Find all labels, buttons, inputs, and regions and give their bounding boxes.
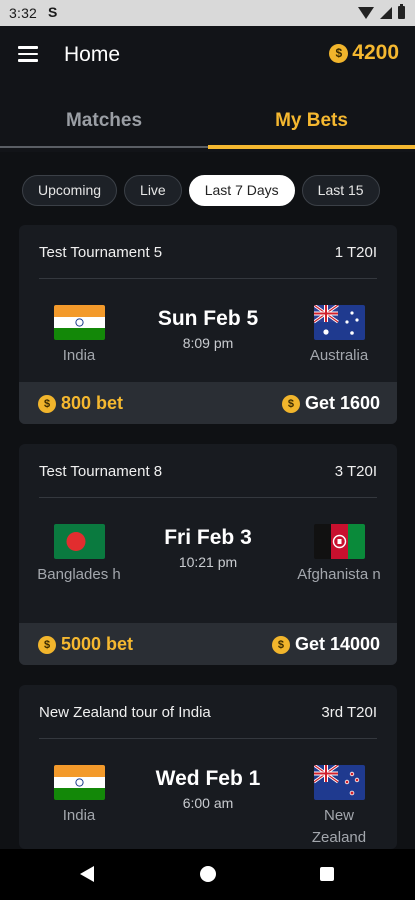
card-divider: [39, 497, 377, 498]
match-format: 1 T20I: [334, 244, 377, 261]
match-date: Sun Feb 5: [157, 307, 259, 330]
filter-upcoming[interactable]: Upcoming: [22, 175, 118, 206]
match-time: 6:00 am: [182, 795, 234, 811]
bet-card[interactable]: Test Tournament 8 3 T20I Banglades h Fri…: [19, 444, 397, 665]
back-icon[interactable]: [80, 866, 94, 882]
filter-live[interactable]: Live: [124, 175, 182, 206]
payout-amount: $ Get 14000: [271, 634, 380, 655]
filter-chips: Upcoming Live Last 7 Days Last 15: [22, 175, 398, 207]
battery-icon: [398, 4, 405, 19]
australia-flag-icon: [313, 305, 365, 340]
match-date: Fri Feb 3: [164, 526, 252, 549]
match-date: Wed Feb 1: [155, 767, 261, 790]
status-icons: [358, 4, 405, 19]
team-home: India: [29, 305, 129, 367]
system-nav-bar: [0, 849, 415, 900]
coin-icon: $: [38, 635, 56, 654]
bet-amount: $5000 bet: [38, 634, 133, 655]
status-bar: 3:32 S: [0, 0, 415, 26]
team-name: Banglades h: [37, 566, 121, 583]
card-header: Test Tournament 8 3 T20I: [19, 444, 397, 498]
filter-last-7-days[interactable]: Last 7 Days: [188, 175, 295, 206]
coin-balance[interactable]: $ 4200: [329, 41, 399, 65]
team-home: Banglades h: [29, 524, 129, 586]
team-away: Australia: [289, 305, 389, 367]
team-name: India: [62, 807, 96, 824]
coin-icon: $: [38, 394, 56, 413]
new-zealand-flag-icon: [313, 765, 365, 800]
match-format: 3 T20I: [334, 463, 377, 480]
team-name: India: [62, 347, 96, 364]
afghanistan-flag-icon: [313, 524, 365, 559]
card-divider: [39, 738, 377, 739]
bet-card[interactable]: New Zealand tour of India 3rd T20I India…: [19, 685, 397, 849]
app-bar: Home $ 4200: [0, 26, 415, 86]
tab-divider: [0, 146, 208, 148]
menu-icon[interactable]: [18, 46, 38, 62]
signal-icon: [380, 6, 392, 19]
wifi-icon: [358, 6, 374, 19]
card-footer: $5000 bet $ Get 14000: [19, 623, 397, 665]
match-format: 3rd T20I: [321, 704, 377, 721]
tab-my-bets[interactable]: My Bets: [208, 86, 415, 152]
payout-amount: $ Get 1600: [281, 393, 380, 414]
card-footer: $800 bet $ Get 1600: [19, 382, 397, 424]
team-name: Australia: [309, 347, 369, 364]
match-datetime: Fri Feb 3 10:21 pm: [129, 526, 287, 570]
india-flag-icon: [53, 305, 105, 340]
tab-bar: Matches My Bets: [0, 86, 415, 152]
notification-icon: S: [48, 4, 58, 20]
tournament-name: Test Tournament 5: [39, 244, 163, 261]
card-header: Test Tournament 5 1 T20I: [19, 225, 397, 279]
bet-card[interactable]: Test Tournament 5 1 T20I India Sun Feb 5…: [19, 225, 397, 424]
page-title: Home: [64, 43, 121, 66]
tournament-name: Test Tournament 8: [39, 463, 163, 480]
card-divider: [39, 278, 377, 279]
filter-last-15[interactable]: Last 15: [301, 175, 380, 206]
coin-icon: $: [281, 394, 300, 413]
match-time: 8:09 pm: [182, 335, 234, 351]
recent-apps-icon[interactable]: [320, 867, 334, 881]
coin-icon: $: [271, 635, 290, 654]
match-datetime: Wed Feb 1 6:00 am: [129, 767, 287, 811]
balance-amount: 4200: [352, 41, 399, 64]
team-away: Afghanista n: [289, 524, 389, 586]
bet-amount: $800 bet: [38, 393, 123, 414]
status-time: 3:32: [9, 5, 38, 21]
india-flag-icon: [53, 765, 105, 800]
coin-icon: $: [329, 43, 349, 63]
team-home: India: [29, 765, 129, 827]
card-header: New Zealand tour of India 3rd T20I: [19, 685, 397, 739]
team-name: Afghanista n: [297, 566, 381, 583]
tab-matches[interactable]: Matches: [0, 86, 208, 152]
match-time: 10:21 pm: [178, 554, 238, 570]
bangladesh-flag-icon: [53, 524, 105, 559]
team-away: New Zealand: [289, 765, 389, 849]
active-tab-indicator: [208, 145, 415, 149]
tournament-name: New Zealand tour of India: [39, 704, 211, 721]
match-datetime: Sun Feb 5 8:09 pm: [129, 307, 287, 351]
home-icon[interactable]: [200, 866, 216, 882]
team-name: New Zealand: [311, 807, 367, 846]
